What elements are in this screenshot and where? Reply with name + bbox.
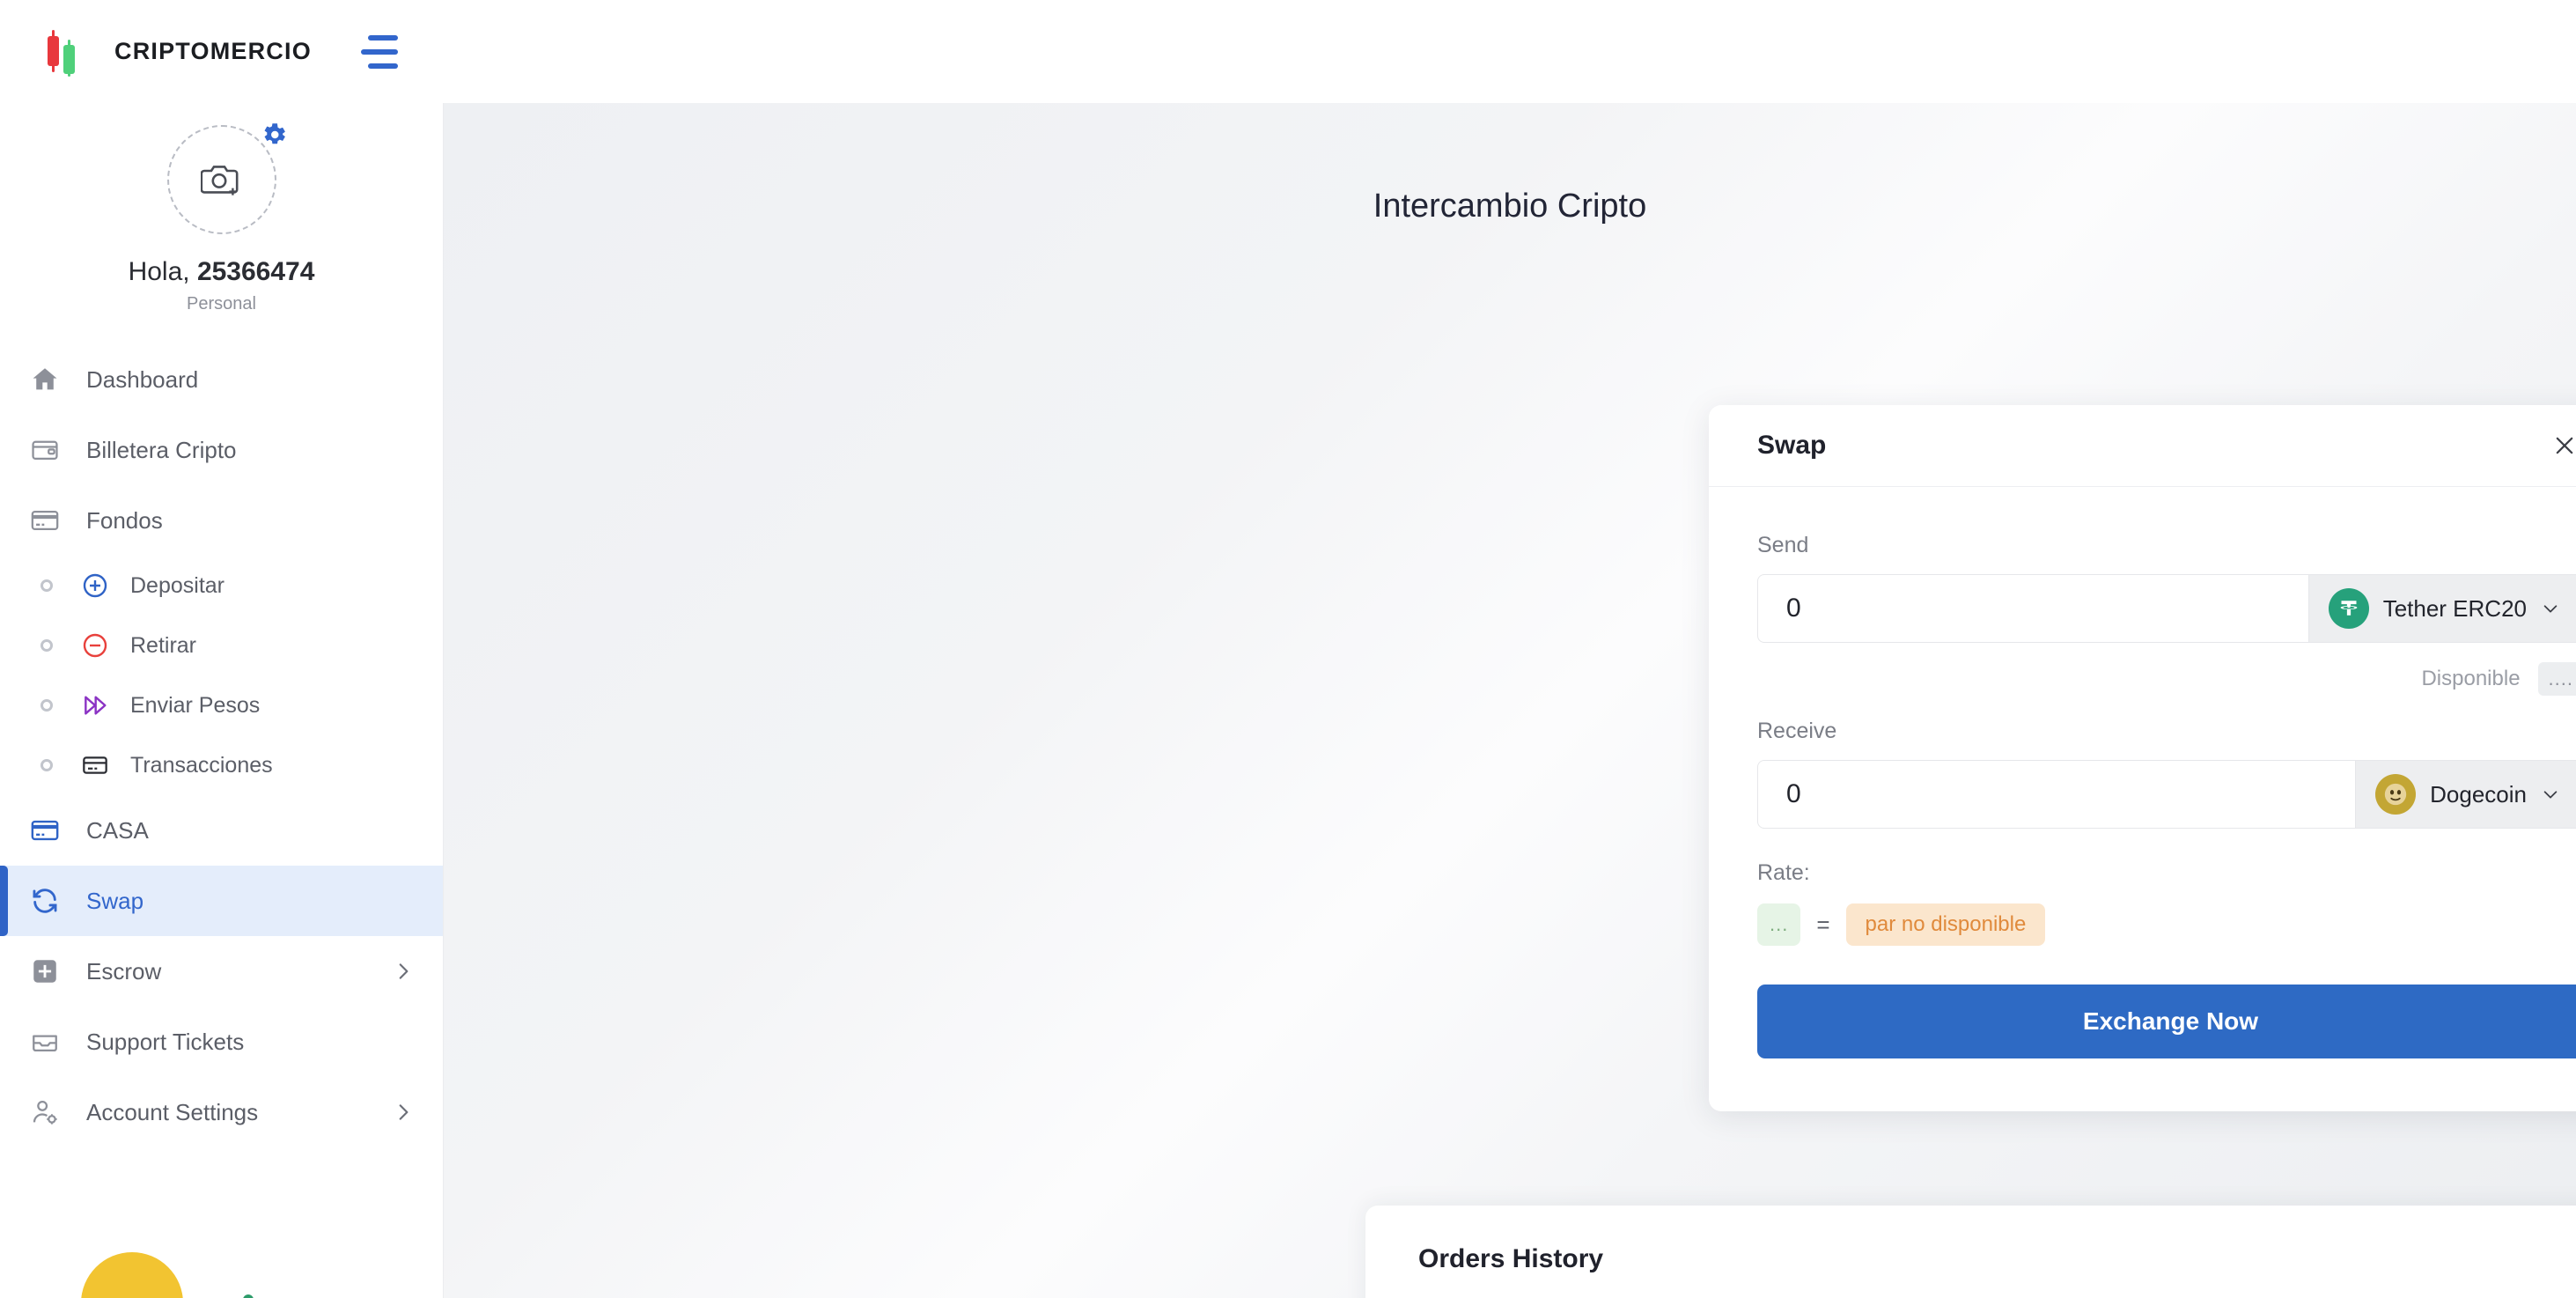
- sidebar-item-label: Account Settings: [86, 1099, 258, 1126]
- sidebar-item-fondos[interactable]: Fondos: [0, 485, 443, 556]
- gear-icon[interactable]: [259, 120, 289, 150]
- rate-right-value: par no disponible: [1846, 903, 2046, 946]
- sidebar-item-support-tickets[interactable]: Support Tickets: [0, 1007, 443, 1077]
- home-icon: [30, 365, 70, 395]
- rate-label: Rate:: [1757, 860, 2576, 886]
- camera-add-icon: [201, 161, 243, 198]
- send-amount-input[interactable]: [1758, 575, 2308, 642]
- sidebar-item-label: Escrow: [86, 958, 161, 985]
- minus-circle-icon: [81, 631, 114, 660]
- sidebar-item-label: Fondos: [86, 507, 163, 535]
- send-coin-select[interactable]: Tether ERC20: [2308, 575, 2576, 642]
- close-icon[interactable]: [2545, 426, 2576, 465]
- sidebar: Hola, 25366474 Personal Dashboard: [0, 103, 444, 1298]
- sidebar-item-label: Transacciones: [130, 753, 273, 778]
- greeting: Hola, 25366474: [0, 257, 443, 287]
- sidebar-item-label: Enviar Pesos: [130, 693, 260, 719]
- bullet-icon: [40, 759, 53, 771]
- receive-label: Receive: [1757, 719, 2576, 744]
- swap-card-header: Swap: [1709, 405, 2576, 487]
- body-row: Hola, 25366474 Personal Dashboard: [0, 103, 2576, 1298]
- decorative-green-dot: [243, 1294, 254, 1298]
- sidebar-item-label: CASA: [86, 817, 149, 844]
- top-bar: CRIPTOMERCIO: [0, 0, 2576, 103]
- receive-coin-select[interactable]: Dogecoin: [2355, 761, 2576, 828]
- avatar-wrap[interactable]: [167, 125, 276, 234]
- swap-refresh-icon: [30, 886, 70, 916]
- available-row: Disponible ....: [1757, 662, 2576, 696]
- swap-card-title: Swap: [1757, 431, 1826, 461]
- profile-section: Hola, 25366474 Personal: [0, 103, 443, 314]
- sidebar-item-label: Dashboard: [86, 366, 198, 394]
- sidebar-item-transacciones[interactable]: Transacciones: [0, 735, 443, 795]
- brand[interactable]: CRIPTOMERCIO: [42, 27, 312, 77]
- wallet-icon: [30, 435, 70, 465]
- rate-left-value: ...: [1757, 903, 1800, 946]
- app-root: CRIPTOMERCIO: [0, 0, 2576, 1298]
- rate-row: ... = par no disponible: [1757, 903, 2576, 946]
- sidebar-item-depositar[interactable]: Depositar: [0, 556, 443, 616]
- sidebar-item-casa[interactable]: CASA: [0, 795, 443, 866]
- send-field-row: Tether ERC20: [1757, 574, 2576, 643]
- sidebar-item-account-settings[interactable]: Account Settings: [0, 1077, 443, 1147]
- sidebar-item-dashboard[interactable]: Dashboard: [0, 344, 443, 415]
- bullet-icon: [40, 579, 53, 592]
- greeting-prefix: Hola,: [129, 257, 197, 286]
- sidebar-item-swap[interactable]: Swap: [0, 866, 443, 936]
- escrow-plus-icon: [30, 956, 70, 986]
- chevron-down-icon: [2541, 785, 2560, 804]
- page-title: Intercambio Cripto: [444, 103, 2576, 225]
- exchange-now-button[interactable]: Exchange Now: [1757, 985, 2576, 1058]
- sidebar-item-label: Depositar: [130, 573, 224, 599]
- inbox-icon: [30, 1027, 70, 1057]
- available-value: ....: [2538, 662, 2576, 696]
- receive-amount-input[interactable]: [1758, 761, 2355, 828]
- sidebar-nav: Dashboard Billetera Cripto: [0, 344, 443, 1147]
- dogecoin-icon: [2375, 774, 2416, 815]
- bullet-icon: [40, 639, 53, 652]
- bullet-icon: [40, 699, 53, 712]
- brand-name: CRIPTOMERCIO: [114, 38, 312, 65]
- chevron-down-icon: [2541, 599, 2560, 618]
- sidebar-item-billetera-cripto[interactable]: Billetera Cripto: [0, 415, 443, 485]
- account-id: 25366474: [197, 257, 314, 286]
- decorative-yellow-circle: [81, 1252, 183, 1298]
- send-label: Send: [1757, 533, 2576, 558]
- rate-equals: =: [1816, 911, 1829, 939]
- send-coin-name: Tether ERC20: [2383, 595, 2527, 623]
- swap-card-body: Send Tether ERC20: [1709, 487, 2576, 1111]
- orders-history-header: Orders History: [1365, 1206, 2576, 1298]
- orders-history-card: Orders History ORDER ID FROM FROM AMOUNT…: [1365, 1206, 2576, 1298]
- main-content: Intercambio Cripto Swap Send: [444, 103, 2576, 1298]
- plus-circle-icon: [81, 572, 114, 600]
- double-arrow-icon: [81, 691, 114, 719]
- candlestick-logo-icon: [42, 27, 79, 77]
- receive-coin-name: Dogecoin: [2430, 781, 2527, 808]
- sidebar-item-label: Support Tickets: [86, 1029, 244, 1056]
- sidebar-item-label: Retirar: [130, 633, 196, 659]
- sidebar-item-label: Billetera Cripto: [86, 437, 237, 464]
- sidebar-item-enviar-pesos[interactable]: Enviar Pesos: [0, 675, 443, 735]
- chevron-right-icon[interactable]: [392, 960, 415, 983]
- sidebar-item-escrow[interactable]: Escrow: [0, 936, 443, 1007]
- sidebar-item-label: Swap: [86, 888, 144, 915]
- available-label: Disponible: [2421, 667, 2520, 691]
- hamburger-menu-icon[interactable]: [361, 35, 398, 69]
- casa-card-icon: [30, 815, 70, 845]
- chevron-right-icon[interactable]: [392, 1101, 415, 1124]
- credit-card-icon: [30, 505, 70, 535]
- receive-field-row: Dogecoin: [1757, 760, 2576, 829]
- orders-history-title: Orders History: [1418, 1244, 2576, 1274]
- sidebar-item-retirar[interactable]: Retirar: [0, 616, 443, 675]
- tether-icon: [2329, 588, 2369, 629]
- account-role: Personal: [0, 294, 443, 314]
- transaction-card-icon: [81, 751, 114, 779]
- user-settings-icon: [30, 1097, 70, 1127]
- swap-card: Swap Send: [1709, 405, 2576, 1111]
